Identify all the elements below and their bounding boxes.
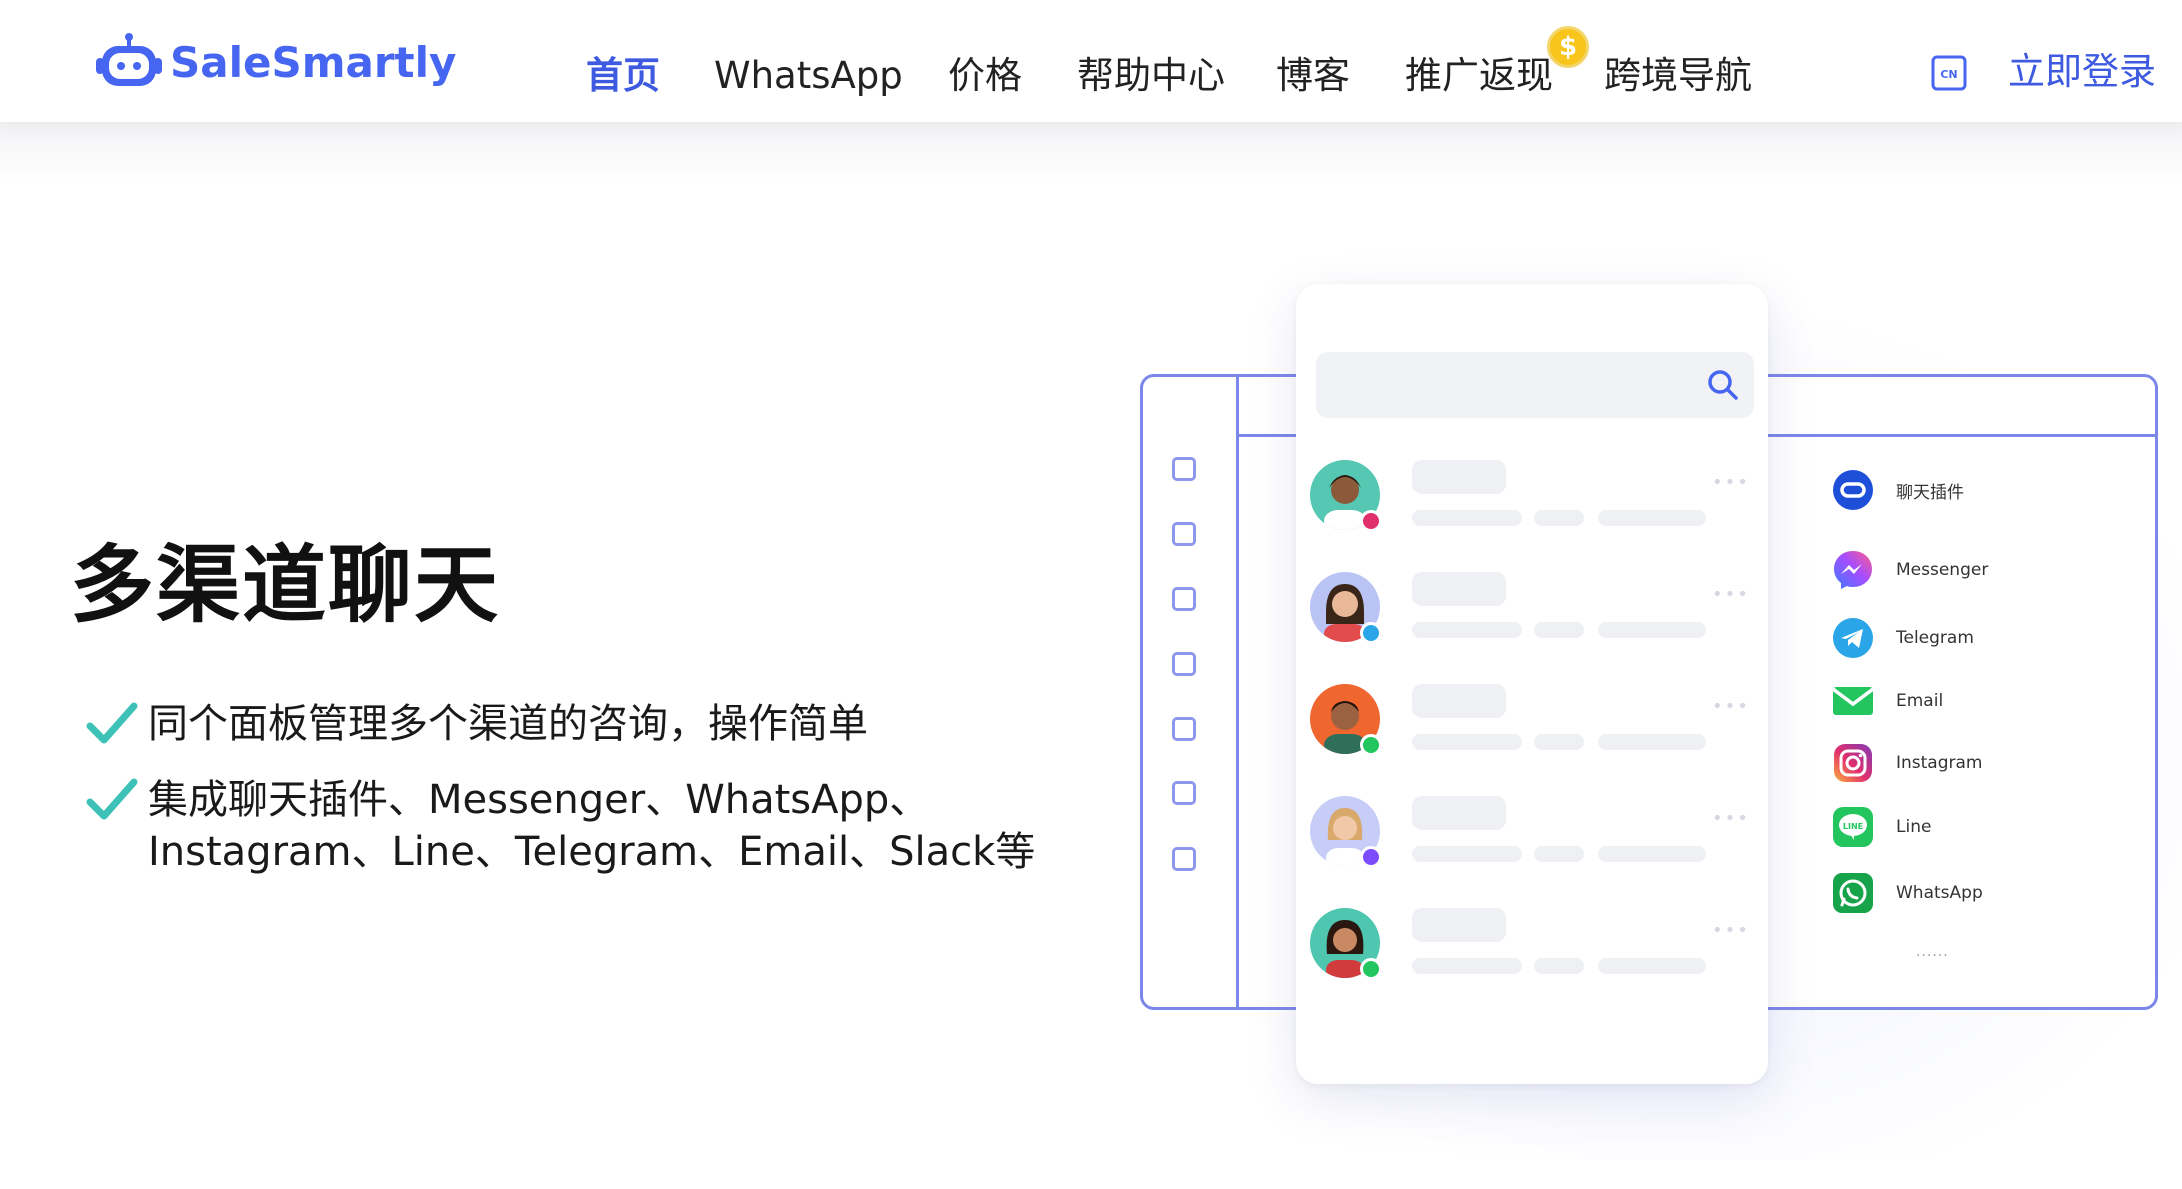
instagram-icon bbox=[1834, 744, 1872, 782]
checkbox bbox=[1172, 457, 1196, 481]
messenger-icon bbox=[1834, 551, 1872, 589]
placeholder-bar bbox=[1534, 734, 1584, 750]
email-badge-icon bbox=[1360, 958, 1382, 980]
channel-item: LINE Line bbox=[1832, 803, 1931, 851]
placeholder-bar bbox=[1412, 460, 1506, 494]
checkbox bbox=[1172, 522, 1196, 546]
placeholder-bar bbox=[1598, 734, 1706, 750]
placeholder-bar bbox=[1598, 510, 1706, 526]
checkbox bbox=[1172, 717, 1196, 741]
channel-item: Email bbox=[1832, 677, 1943, 725]
more-options-icon: ••• bbox=[1712, 584, 1750, 605]
channel-label: Line bbox=[1896, 817, 1932, 837]
placeholder-bar bbox=[1598, 846, 1706, 862]
channel-label: Email bbox=[1896, 691, 1944, 711]
channel-label: WhatsApp bbox=[1896, 883, 1983, 903]
feature-text: 同个面板管理多个渠道的咨询，操作简单 bbox=[148, 701, 868, 747]
checkbox bbox=[1172, 781, 1196, 805]
checkmark-icon bbox=[86, 778, 138, 820]
feature-text: 集成聊天插件、Messenger、WhatsApp、 Instagram、Lin… bbox=[148, 777, 1036, 875]
conversation-row: ••• bbox=[1308, 796, 1756, 886]
whatsapp-icon bbox=[1833, 873, 1873, 913]
messenger-badge-icon bbox=[1360, 846, 1382, 868]
line-icon: LINE bbox=[1833, 807, 1873, 847]
conversation-row: ••• bbox=[1308, 460, 1756, 550]
nav-pricing[interactable]: 价格 bbox=[948, 50, 1022, 102]
placeholder-bar bbox=[1412, 684, 1506, 718]
placeholder-bar bbox=[1412, 908, 1506, 942]
nav-cross-border-navigation[interactable]: 跨境导航 bbox=[1604, 50, 1752, 102]
svg-text:LINE: LINE bbox=[1843, 822, 1863, 831]
channel-label: Instagram bbox=[1896, 753, 1983, 773]
nav-whatsapp[interactable]: WhatsApp bbox=[714, 50, 903, 102]
channel-label: 聊天插件 bbox=[1896, 482, 1964, 503]
search-bar bbox=[1316, 352, 1754, 418]
channel-label: Telegram bbox=[1896, 628, 1974, 648]
telegram-badge-icon bbox=[1360, 622, 1382, 644]
login-link[interactable]: 立即登录 bbox=[2008, 46, 2156, 98]
placeholder-bar bbox=[1412, 958, 1522, 974]
nav-home[interactable]: 首页 bbox=[586, 50, 660, 102]
section-title: 多渠道聊天 bbox=[70, 536, 501, 634]
channel-item: 聊天插件 bbox=[1832, 466, 1964, 514]
placeholder-bar bbox=[1598, 958, 1706, 974]
channel-label: Messenger bbox=[1896, 560, 1989, 580]
placeholder-bar bbox=[1412, 796, 1506, 830]
conversation-row: ••• bbox=[1308, 572, 1756, 662]
more-options-icon: ••• bbox=[1712, 472, 1750, 493]
placeholder-bar bbox=[1534, 958, 1584, 974]
nav-blog[interactable]: 博客 bbox=[1276, 50, 1350, 102]
channel-item: WhatsApp bbox=[1832, 869, 1983, 917]
placeholder-bar bbox=[1412, 572, 1506, 606]
logo-wordmark: SaleSmartly bbox=[170, 37, 457, 87]
placeholder-bar bbox=[1412, 510, 1522, 526]
more-options-icon: ••• bbox=[1712, 808, 1750, 829]
language-switch-icon[interactable]: CN bbox=[1930, 54, 1968, 92]
checkbox bbox=[1172, 652, 1196, 676]
language-code: CN bbox=[1940, 68, 1957, 81]
more-options-icon: ••• bbox=[1712, 920, 1750, 941]
channel-item: Messenger bbox=[1832, 546, 1988, 594]
email-icon bbox=[1832, 687, 1874, 715]
checkmark-icon bbox=[86, 702, 138, 744]
placeholder-bar bbox=[1412, 622, 1522, 638]
placeholder-bar bbox=[1412, 734, 1522, 750]
conversation-row: ••• bbox=[1308, 908, 1756, 998]
telegram-icon bbox=[1833, 618, 1873, 658]
nav-referral-cashback[interactable]: 推广返现 bbox=[1405, 50, 1553, 102]
placeholder-bar bbox=[1412, 846, 1522, 862]
placeholder-bar bbox=[1534, 510, 1584, 526]
conversation-row: ••• bbox=[1308, 684, 1756, 774]
placeholder-bar bbox=[1534, 846, 1584, 862]
chat-plugin-icon bbox=[1833, 470, 1873, 510]
robot-logo-icon bbox=[96, 33, 162, 86]
more-channels-indicator: ...... bbox=[1916, 944, 1949, 960]
placeholder-bar bbox=[1598, 622, 1706, 638]
search-icon bbox=[1708, 370, 1738, 400]
channel-item: Instagram bbox=[1832, 739, 1983, 787]
frame-divider bbox=[1236, 376, 1239, 1008]
channel-item: Telegram bbox=[1832, 614, 1974, 662]
brand-logo[interactable]: SaleSmartly bbox=[94, 30, 456, 94]
dollar-coin-icon: $ bbox=[1547, 26, 1589, 68]
checkbox bbox=[1172, 847, 1196, 871]
checkbox bbox=[1172, 587, 1196, 611]
nav-help-center[interactable]: 帮助中心 bbox=[1077, 50, 1225, 102]
instagram-badge-icon bbox=[1360, 510, 1382, 532]
top-navigation-bar: SaleSmartly 首页 WhatsApp 价格 帮助中心 博客 推广返现 … bbox=[0, 0, 2182, 123]
placeholder-bar bbox=[1534, 622, 1584, 638]
line-badge-icon bbox=[1360, 734, 1382, 756]
header-shadow-band bbox=[0, 122, 2182, 182]
more-options-icon: ••• bbox=[1712, 696, 1750, 717]
